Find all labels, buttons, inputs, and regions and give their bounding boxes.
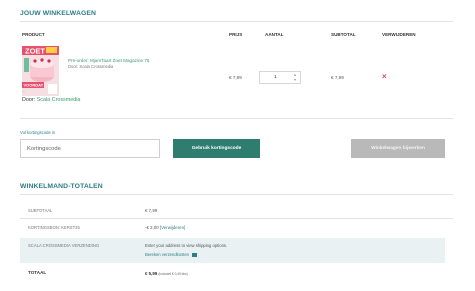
total-tax-note: (inclusief € 0,49 btw)	[158, 272, 188, 276]
discount-row: KORTINGSBON: KERST25 -€ 2,00 [Verwijdere…	[20, 221, 445, 235]
close-icon[interactable]: ×	[382, 72, 387, 81]
calculate-shipping-link[interactable]: Bereken verzendkosten	[145, 252, 197, 257]
apply-coupon-button[interactable]: Gebruik kortingscode	[173, 139, 260, 158]
header-subtotal: SUBTOTAL	[331, 32, 356, 37]
discount-label: KORTINGSBON: KERST25	[28, 225, 80, 230]
discount-value-line: -€ 2,00 [Verwijderen]	[145, 225, 185, 230]
author-label: Door:	[22, 97, 36, 103]
remove-coupon-link[interactable]: [Verwijderen]	[160, 225, 185, 230]
coupon-input[interactable]	[20, 139, 160, 158]
product-subtotal: € 7,99	[331, 75, 344, 80]
product-price: € 7,99	[229, 75, 242, 80]
chevron-down-icon[interactable]: ▼	[292, 78, 298, 83]
publisher-link[interactable]: Scala Crossmedia	[37, 97, 81, 103]
product-image[interactable]: ZOET VOORDAT	[22, 46, 59, 96]
update-cart-button[interactable]: Winkelwagen bijwerken	[351, 139, 445, 158]
total-value: € 5,99	[145, 271, 158, 276]
total-value-line: € 5,99 (inclusief € 0,49 btw)	[145, 271, 188, 276]
cart-bottom-divider	[20, 118, 453, 119]
subtotal-divider	[20, 218, 453, 219]
cart-title-divider	[20, 21, 453, 22]
calculate-shipping-label[interactable]: Bereken verzendkosten	[145, 252, 189, 257]
product-title-link[interactable]: Pre-order: MjamTaart Zoet Magazine 76	[68, 58, 149, 63]
discount-value: -€ 2,00	[145, 225, 159, 230]
header-product: PRODUCT	[22, 32, 45, 37]
subtotal-value: € 7,99	[145, 208, 158, 213]
total-row: TOTAAL € 5,99 (inclusief € 0,49 btw)	[20, 266, 445, 282]
cover-banner: VOORDAT	[24, 83, 44, 88]
totals-title-divider	[20, 194, 453, 195]
cart-title: JOUW WINKELWAGEN	[20, 10, 96, 17]
subtotal-label: SUBTOTAAL	[28, 208, 53, 213]
quantity-stepper[interactable]: 1 ▲ ▼	[259, 71, 301, 84]
header-price: PRIJS	[229, 32, 243, 37]
cover-ellipsis: ...	[22, 88, 26, 93]
coupon-label: Vul kortingscode in	[20, 130, 56, 135]
quantity-value[interactable]: 1	[260, 75, 291, 80]
quantity-arrows[interactable]: ▲ ▼	[292, 73, 298, 83]
totals-title: WINKELMAND-TOTALEN	[20, 183, 103, 190]
shipping-row: SCALA CROSSMEDIA VERZENDING Enter your a…	[20, 238, 445, 263]
shipping-label: SCALA CROSSMEDIA VERZENDING	[28, 243, 100, 248]
product-author-line: Door: Scala Crossmedia	[22, 97, 80, 103]
header-quantity: AANTAL	[265, 32, 284, 37]
total-label: TOTAAL	[28, 270, 47, 275]
product-subtitle: Door: Scala Crossmedia	[68, 64, 114, 69]
shipping-note: Enter your address to view shipping opti…	[145, 243, 228, 248]
cover-title: ZOET	[25, 47, 45, 56]
subtotal-row: SUBTOTAAL € 7,99	[20, 204, 445, 218]
header-remove: VERWIJDEREN	[382, 32, 416, 37]
calculator-icon[interactable]	[192, 252, 197, 257]
